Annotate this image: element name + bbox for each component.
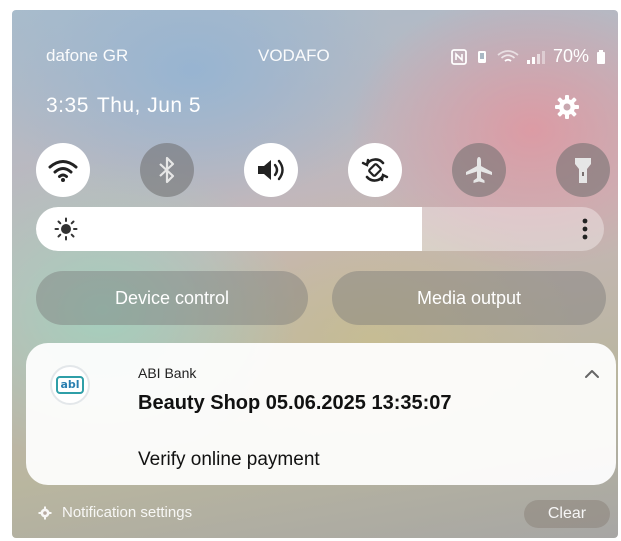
wifi-icon: [48, 160, 78, 182]
notification-app-name: ABI Bank: [138, 365, 197, 381]
gear-small-icon: [38, 506, 52, 519]
notification-settings-label: Notification settings: [62, 504, 193, 521]
auto-rotate-icon: [361, 158, 389, 182]
device-control-button[interactable]: Device control: [36, 271, 308, 325]
bluetooth-toggle[interactable]: [140, 143, 194, 197]
carrier-secondary: VODAFO: [258, 46, 330, 65]
clock-time: 3:35: [46, 94, 89, 117]
nfc-icon: [451, 48, 467, 65]
notification-card[interactable]: abl ABI Bank Beauty Shop 05.06.2025 13:3…: [26, 343, 616, 485]
notification-shade: dafone GR VODAFO 70% 3:35 Thu, Jun 5 Dev…: [12, 10, 618, 538]
clear-button[interactable]: Clear: [524, 500, 610, 528]
bluetooth-icon: [159, 156, 175, 184]
battery-percent: 70%: [552, 46, 589, 66]
status-bar: dafone GR VODAFO 70%: [12, 46, 618, 70]
more-vertical-icon[interactable]: [582, 218, 588, 240]
carrier-primary: dafone GR: [46, 46, 129, 65]
sound-toggle[interactable]: [244, 143, 298, 197]
notification-body: Verify online payment: [138, 449, 320, 470]
device-control-label: Device control: [114, 287, 230, 308]
sound-icon: [258, 159, 284, 181]
brightness-level: [36, 207, 423, 251]
status-icons: 70%: [451, 46, 606, 67]
airplane-mode-icon: [466, 157, 492, 183]
shade-footer: Notification settings Clear: [12, 498, 618, 530]
battery-icon: [597, 49, 605, 64]
bank-app-icon: abl: [50, 365, 90, 405]
quick-settings-row: [36, 143, 610, 197]
bank-logo: abl: [56, 376, 84, 394]
chevron-up-icon[interactable]: [584, 369, 600, 379]
date-time: 3:35 Thu, Jun 5: [46, 94, 201, 118]
notification-settings-link[interactable]: Notification settings: [38, 504, 192, 521]
date-label: Thu, Jun 5: [96, 94, 202, 117]
auto-rotate-toggle[interactable]: [348, 143, 402, 197]
cell-signal-icon: [526, 50, 545, 64]
gear-icon[interactable]: [554, 94, 580, 120]
sun-icon: [54, 217, 78, 241]
media-output-button[interactable]: Media output: [332, 271, 606, 325]
vibrate-icon: [477, 50, 486, 63]
flashlight-icon: [575, 158, 591, 183]
brightness-slider[interactable]: [36, 207, 604, 251]
airplane-mode-toggle[interactable]: [452, 143, 506, 197]
wifi-signal-icon: [497, 49, 519, 62]
clear-label: Clear: [547, 505, 587, 522]
flashlight-toggle[interactable]: [556, 143, 610, 197]
media-output-label: Media output: [416, 287, 522, 308]
notification-title: Beauty Shop 05.06.2025 13:35:07: [138, 392, 452, 414]
wifi-toggle[interactable]: [36, 143, 90, 197]
